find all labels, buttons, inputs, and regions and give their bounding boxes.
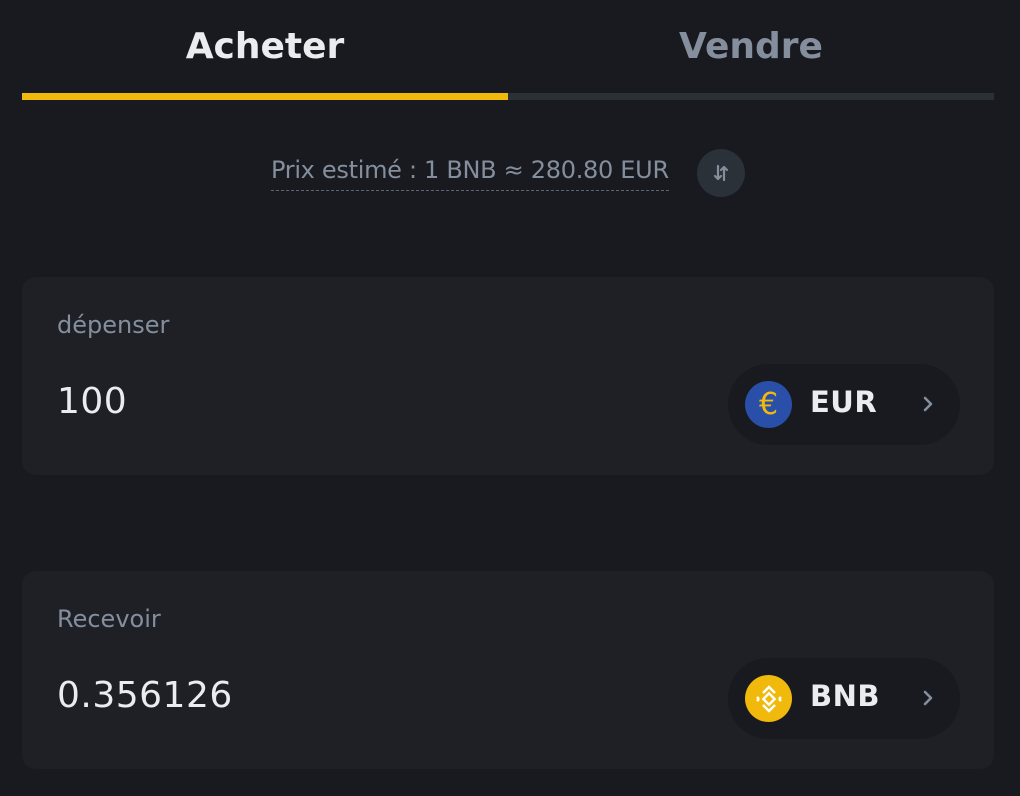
receive-label: Recevoir [57,605,161,633]
chevron-right-icon [923,690,933,706]
receive-currency-code: BNB [810,679,880,713]
spend-currency-selector[interactable]: € EUR [728,364,960,445]
active-tab-indicator [22,93,508,100]
chevron-right-icon [923,396,933,412]
estimated-price[interactable]: Prix estimé : 1 BNB ≈ 280.80 EUR [271,156,669,191]
trade-tabs: Acheter Vendre [22,0,994,100]
swap-rate-button[interactable] [697,149,745,197]
estimated-price-row: Prix estimé : 1 BNB ≈ 280.80 EUR [0,148,1020,198]
tab-sell-label: Vendre [679,25,823,67]
bnb-icon [745,675,792,722]
receive-currency-selector[interactable]: BNB [728,658,960,739]
receive-card: Recevoir BNB [22,571,994,769]
spend-currency-code: EUR [810,385,878,419]
spend-amount-input[interactable] [57,381,577,422]
tab-sell[interactable]: Vendre [508,0,994,92]
tab-buy-label: Acheter [185,25,345,67]
swap-vertical-icon [713,164,729,182]
receive-amount-input[interactable] [57,675,577,716]
euro-icon: € [745,381,792,428]
spend-card: dépenser € EUR [22,277,994,475]
spend-label: dépenser [57,311,170,339]
tab-buy[interactable]: Acheter [22,0,508,92]
